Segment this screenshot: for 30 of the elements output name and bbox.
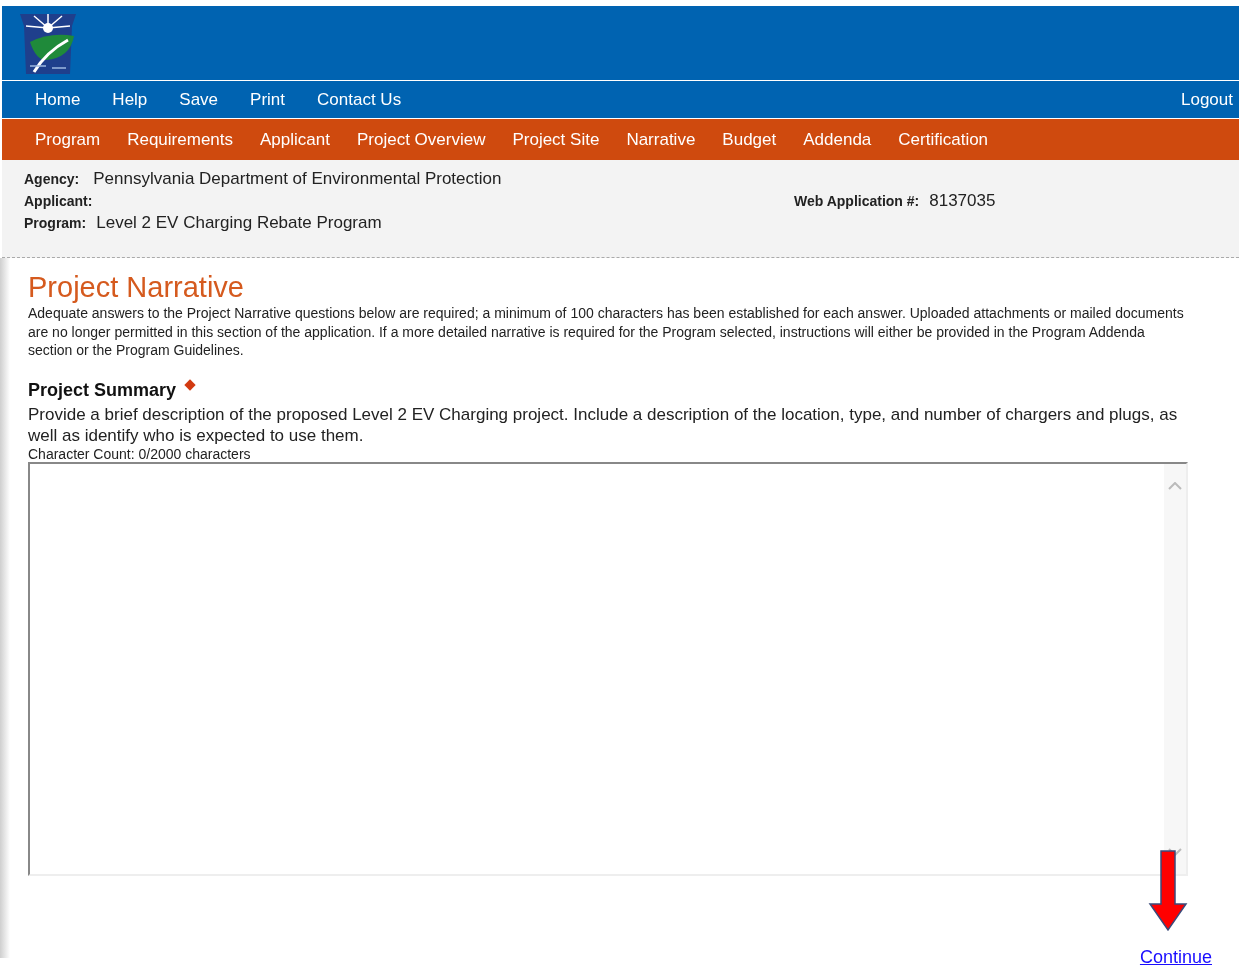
down-arrow-icon [1148,849,1188,932]
nav-link[interactable]: Contact Us [317,86,402,113]
section-tab[interactable]: Project Site [512,126,600,153]
intro-paragraph: Adequate answers to the Project Narrative questions below are required; a minimum of 100 characters has been established for each answer. Uploaded attachments or mailed documents are no longer permitted in this section of the application. If a more detailed narrative is required for the Program selected, instructions will either be provided in the Program Addenda section or the Program Guidelines. [28,304,1185,360]
section-tab[interactable]: Budget [722,126,777,153]
field-value: Pennsylvania Department of Environmental Protection [93,168,502,190]
section-tab[interactable]: Requirements [127,126,233,153]
nav-link[interactable]: Print [250,86,286,113]
continue-link[interactable]: Continue [1139,943,1212,966]
field-value: 8137035 [929,190,996,212]
field-label: Applicant: [24,191,94,210]
logout-link[interactable]: Logout [1181,86,1233,113]
section-tab[interactable]: Certification [898,126,989,153]
field-label: Web Application #: [794,192,920,211]
nav-link[interactable]: Save [179,86,219,113]
field-label: Program: [24,213,87,233]
field-value: Level 2 EV Charging Rebate Program [96,211,382,234]
nav-link[interactable]: Home [35,86,81,113]
nav-link[interactable]: Help [112,86,148,113]
section-tab[interactable]: Narrative [626,126,696,153]
question-title: Project Summary [28,378,177,402]
page-title: Project Narrative [28,270,245,304]
character-count: Character Count: 0/2000 characters [28,445,252,462]
field-label: Agency: [24,170,80,189]
question-prompt: Provide a brief description of the proposed Level 2 EV Charging project. Include a description of the location, type, and number of chargers and plugs, as well as identify who is expected to use them. [28,403,1179,446]
section-tab[interactable]: Project Overview [356,126,486,153]
chevron-up-icon[interactable] [1168,481,1182,490]
section-tab[interactable]: Program [35,126,101,153]
section-tab[interactable]: Addenda [803,126,872,153]
section-tab[interactable]: Applicant [260,126,330,153]
